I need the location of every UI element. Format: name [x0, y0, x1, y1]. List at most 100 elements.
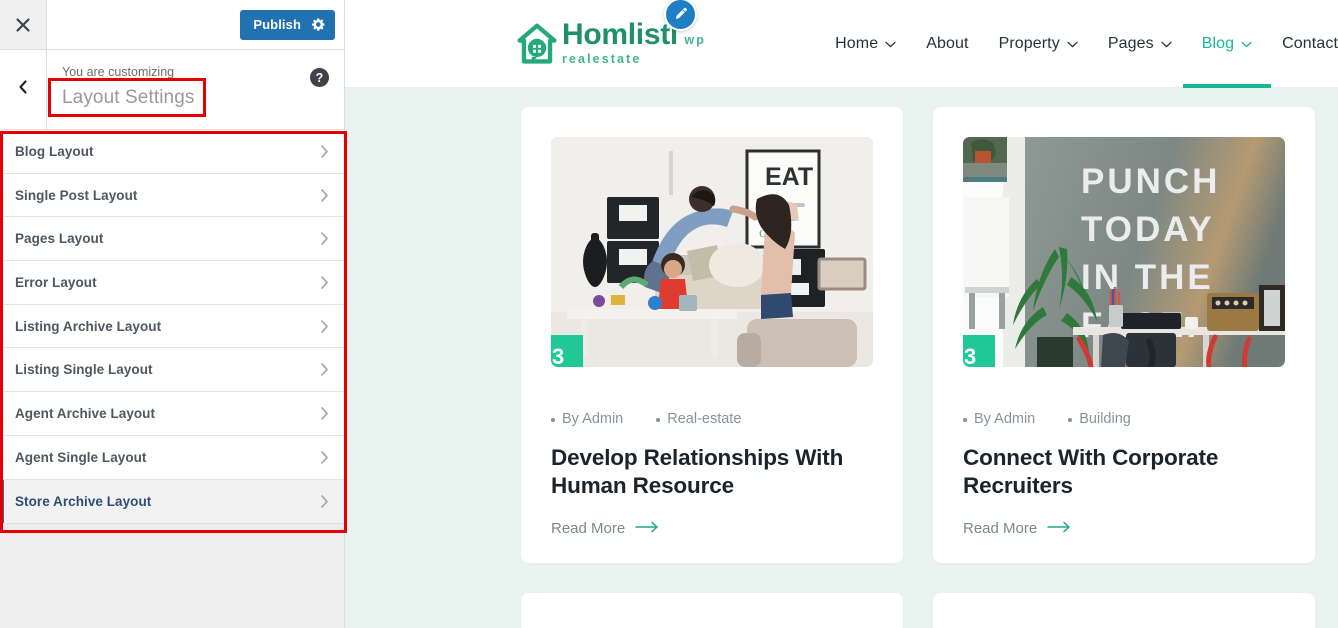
nav-label: Contact [1282, 34, 1338, 52]
topbar-spacer [47, 0, 231, 49]
post-author[interactable]: By Admin [551, 411, 623, 427]
read-more-label: Read More [551, 520, 626, 537]
post-category[interactable]: Building [1068, 411, 1131, 427]
post-thumbnail[interactable]: EAT o 3 [551, 137, 873, 367]
sidebar-item-agent-single-layout[interactable]: Agent Single Layout [0, 435, 344, 480]
sidebar-item-error-layout[interactable]: Error Layout [0, 261, 344, 305]
nav-label: Property [998, 34, 1060, 52]
sidebar-item-label: Agent Archive Layout [15, 405, 156, 421]
nav-item-property[interactable]: Property [999, 0, 1078, 88]
chevron-down-icon [1161, 35, 1172, 53]
chevron-down-icon [1067, 35, 1078, 53]
post-date-day: 13 [963, 343, 977, 367]
post-body: By Admin Building Connect With Corporate… [963, 367, 1285, 537]
sidebar-item-label: Store Archive Layout [15, 493, 152, 509]
post-date-day: 13 [551, 343, 565, 367]
sidebar-item-listing-single-layout[interactable]: Listing Single Layout [0, 348, 344, 393]
site-header: Homlisti wp realestate Home About Proper… [345, 0, 1338, 88]
customizer-panel-header: You are customizing Layout Settings ? [0, 50, 344, 130]
sidebar-item-store-archive-layout[interactable]: Store Archive Layout [0, 479, 344, 524]
sidebar-item-label: Agent Single Layout [15, 449, 147, 465]
nav-item-contact[interactable]: Contact [1282, 0, 1338, 88]
arrow-right-icon [635, 520, 660, 537]
sidebar-item-agent-archive-layout[interactable]: Agent Archive Layout [0, 392, 344, 436]
gear-icon[interactable] [301, 10, 335, 40]
sidebar-item-listing-archive-layout[interactable]: Listing Archive Layout [0, 304, 344, 349]
chevron-down-icon [1241, 35, 1252, 53]
chevron-right-icon [319, 144, 330, 159]
chevron-down-icon [885, 35, 896, 53]
nav-label: About [926, 34, 969, 52]
blog-post-card[interactable] [933, 593, 1315, 628]
customizing-label: You are customizing [62, 65, 175, 79]
logo-name: Homlisti [562, 18, 678, 51]
post-title[interactable]: Connect With Corporate Recruiters [963, 444, 1285, 500]
customizer-sidebar: Publish You are customizing Layout Setti… [0, 0, 347, 628]
post-image: PUNCH TODAY IN THE FACE. [963, 137, 1285, 367]
post-category[interactable]: Real-estate [656, 411, 741, 427]
chevron-right-icon [319, 275, 330, 290]
sidebar-item-pages-layout[interactable]: Pages Layout [0, 217, 344, 262]
panel-title-block: You are customizing Layout Settings ? [47, 50, 344, 129]
close-customizer-button[interactable] [0, 0, 47, 49]
sidebar-item-label: Pages Layout [15, 231, 104, 247]
post-title[interactable]: Develop Relationships With Human Resourc… [551, 444, 873, 500]
blog-post-grid: EAT o 3 By Admin Real-estate Develop Rel… [345, 88, 1338, 628]
site-logo[interactable]: Homlisti wp realestate [517, 0, 748, 68]
nav-item-home[interactable]: Home [835, 0, 896, 88]
sidebar-item-label: Blog Layout [15, 143, 94, 159]
read-more-link[interactable]: Read More [963, 520, 1285, 537]
chevron-right-icon [319, 362, 330, 377]
main-navigation: Home About Property Pages Blog Contact [835, 0, 1338, 88]
customizer-topbar: Publish [0, 0, 344, 50]
svg-text:IN THE: IN THE [1081, 258, 1214, 297]
sidebar-item-single-post-layout[interactable]: Single Post Layout [0, 173, 344, 218]
sidebar-item-label: Listing Archive Layout [15, 318, 162, 334]
house-logo-icon [517, 23, 557, 65]
post-meta: By Admin Building [963, 411, 1285, 427]
nav-item-pages[interactable]: Pages [1108, 0, 1172, 88]
chevron-right-icon [319, 450, 330, 465]
help-circle-icon[interactable]: ? [309, 67, 330, 88]
layout-settings-list: Blog Layout Single Post Layout Pages Lay… [0, 130, 344, 525]
publish-label: Publish [253, 17, 301, 32]
sidebar-item-label: Single Post Layout [15, 187, 138, 203]
read-more-label: Read More [963, 520, 1038, 537]
nav-label: Pages [1107, 34, 1154, 52]
sidebar-item-blog-layout[interactable]: Blog Layout [0, 130, 344, 174]
site-preview: Homlisti wp realestate Home About Proper… [345, 0, 1338, 628]
chevron-left-icon [17, 79, 29, 100]
page-title: Layout Settings [62, 87, 195, 108]
back-button[interactable] [0, 50, 47, 129]
blog-post-card[interactable] [521, 593, 903, 628]
post-date-badge: 13 Aug [963, 335, 995, 367]
nav-label: Blog [1201, 34, 1235, 52]
topbar-actions: Publish [230, 0, 344, 49]
publish-button[interactable]: Publish [240, 9, 335, 40]
sidebar-item-label: Listing Single Layout [15, 362, 153, 378]
customizer-screen: Publish You are customizing Layout Setti… [0, 0, 1338, 628]
post-meta: By Admin Real-estate [551, 411, 873, 427]
logo-text: Homlisti wp realestate [562, 19, 748, 68]
post-date-badge: 13 Aug [551, 335, 583, 367]
chevron-right-icon [319, 319, 330, 334]
nav-item-about[interactable]: About [926, 0, 968, 88]
read-more-link[interactable]: Read More [551, 520, 873, 537]
nav-label: Home [835, 34, 879, 52]
svg-text:?: ? [316, 71, 324, 85]
chevron-right-icon [319, 188, 330, 203]
post-image: EAT o [551, 137, 873, 367]
post-author[interactable]: By Admin [963, 411, 1035, 427]
chevron-right-icon [319, 494, 330, 509]
svg-text:EAT: EAT [765, 163, 813, 191]
post-thumbnail[interactable]: PUNCH TODAY IN THE FACE. [963, 137, 1285, 367]
close-icon [15, 17, 31, 33]
blog-post-card[interactable]: EAT o 3 By Admin Real-estate Develop Rel… [521, 107, 903, 563]
arrow-right-icon [1047, 520, 1072, 537]
blog-post-card[interactable]: PUNCH TODAY IN THE FACE. [933, 107, 1315, 563]
svg-text:PUNCH: PUNCH [1081, 162, 1220, 201]
post-body: By Admin Real-estate Develop Relationshi… [551, 367, 873, 537]
chevron-right-icon [319, 406, 330, 421]
svg-text:TODAY: TODAY [1081, 210, 1215, 249]
nav-item-blog[interactable]: Blog [1182, 0, 1272, 88]
